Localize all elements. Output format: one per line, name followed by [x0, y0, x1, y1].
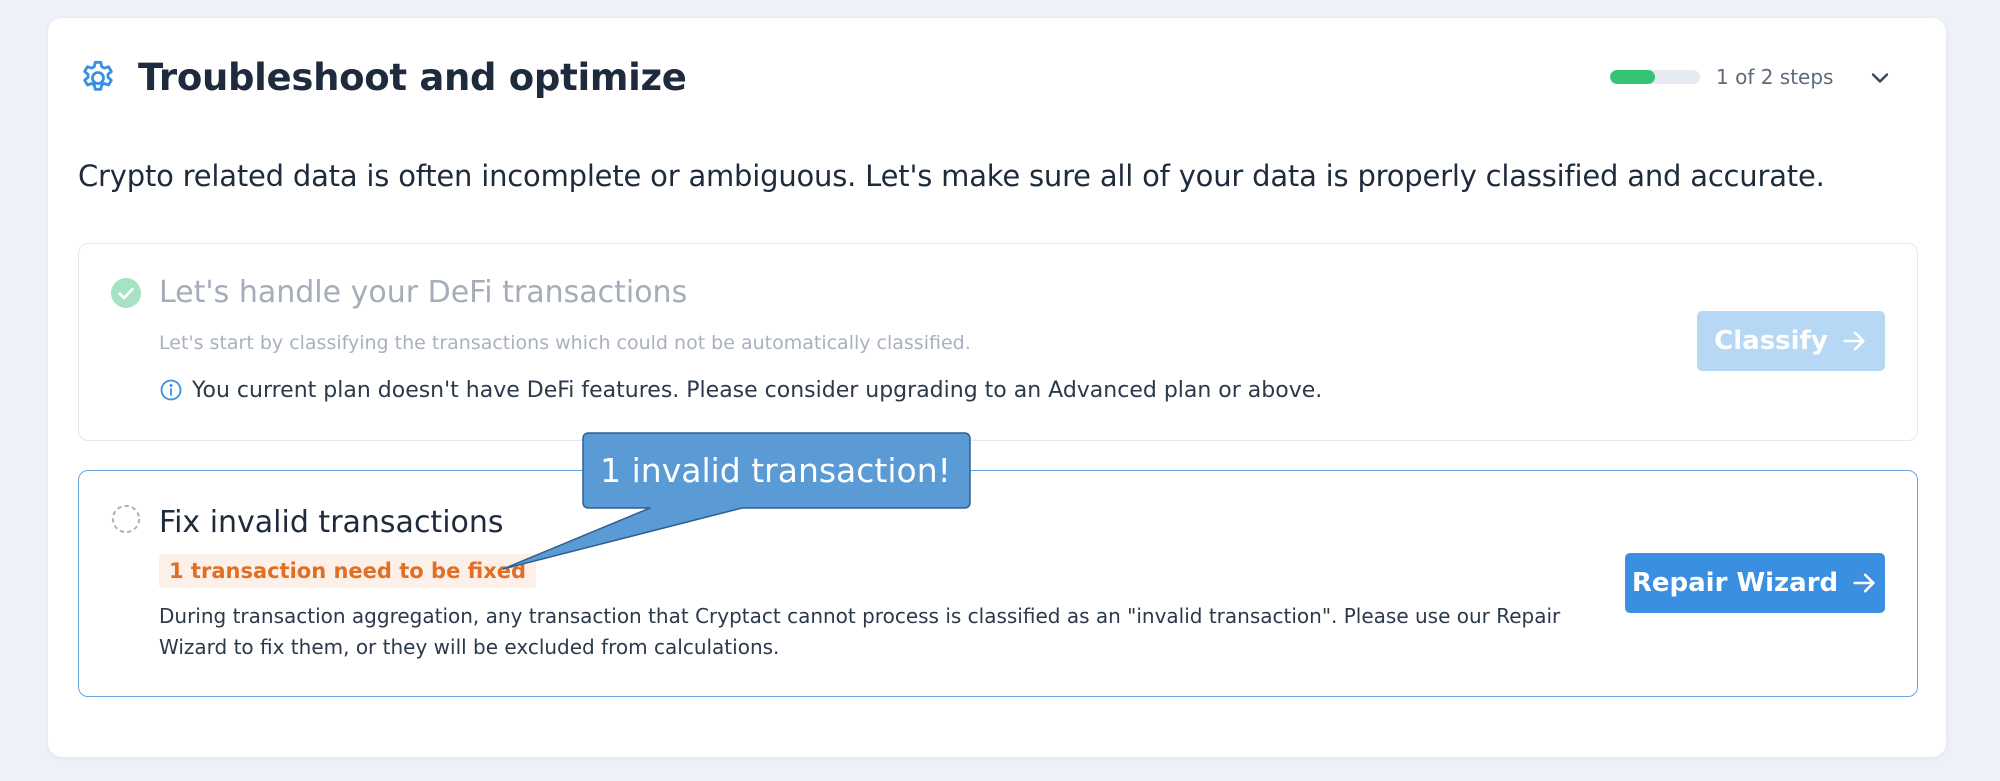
step-invalid-transactions: Fix invalid transactions 1 transaction n…: [78, 470, 1918, 697]
page-title: Troubleshoot and optimize: [138, 56, 687, 99]
classify-button-label: Classify: [1714, 326, 1828, 356]
repair-wizard-button[interactable]: Repair Wizard: [1625, 553, 1885, 613]
chevron-down-icon[interactable]: [1866, 64, 1894, 92]
info-icon: [160, 379, 182, 401]
step-description: Let's start by classifying the transacti…: [159, 332, 971, 354]
progress-fill: [1610, 70, 1655, 84]
arrow-right-icon: [1843, 331, 1865, 351]
troubleshoot-card: Troubleshoot and optimize 1 of 2 steps C…: [48, 18, 1946, 757]
plan-notice: You current plan doesn't have DeFi featu…: [192, 378, 1323, 403]
step-defi-transactions: Let's handle your DeFi transactions Let'…: [78, 243, 1918, 441]
check-circle-icon: [111, 278, 141, 308]
callout-text: 1 invalid transaction!: [600, 451, 951, 490]
step-title: Fix invalid transactions: [159, 505, 504, 540]
progress-label: 1 of 2 steps: [1716, 65, 1834, 89]
classify-button[interactable]: Classify: [1697, 311, 1885, 371]
repair-wizard-button-label: Repair Wizard: [1631, 568, 1839, 598]
section-description: Crypto related data is often incomplete …: [78, 159, 1825, 193]
step-title: Let's handle your DeFi transactions: [159, 275, 688, 310]
status-badge: 1 transaction need to be fixed: [159, 554, 537, 588]
dashed-circle-icon: [111, 504, 141, 534]
gear-icon: [83, 60, 113, 91]
step-description: During transaction aggregation, any tran…: [159, 604, 1561, 659]
progress-bar: [1610, 70, 1700, 84]
arrow-right-icon: [1853, 573, 1875, 593]
